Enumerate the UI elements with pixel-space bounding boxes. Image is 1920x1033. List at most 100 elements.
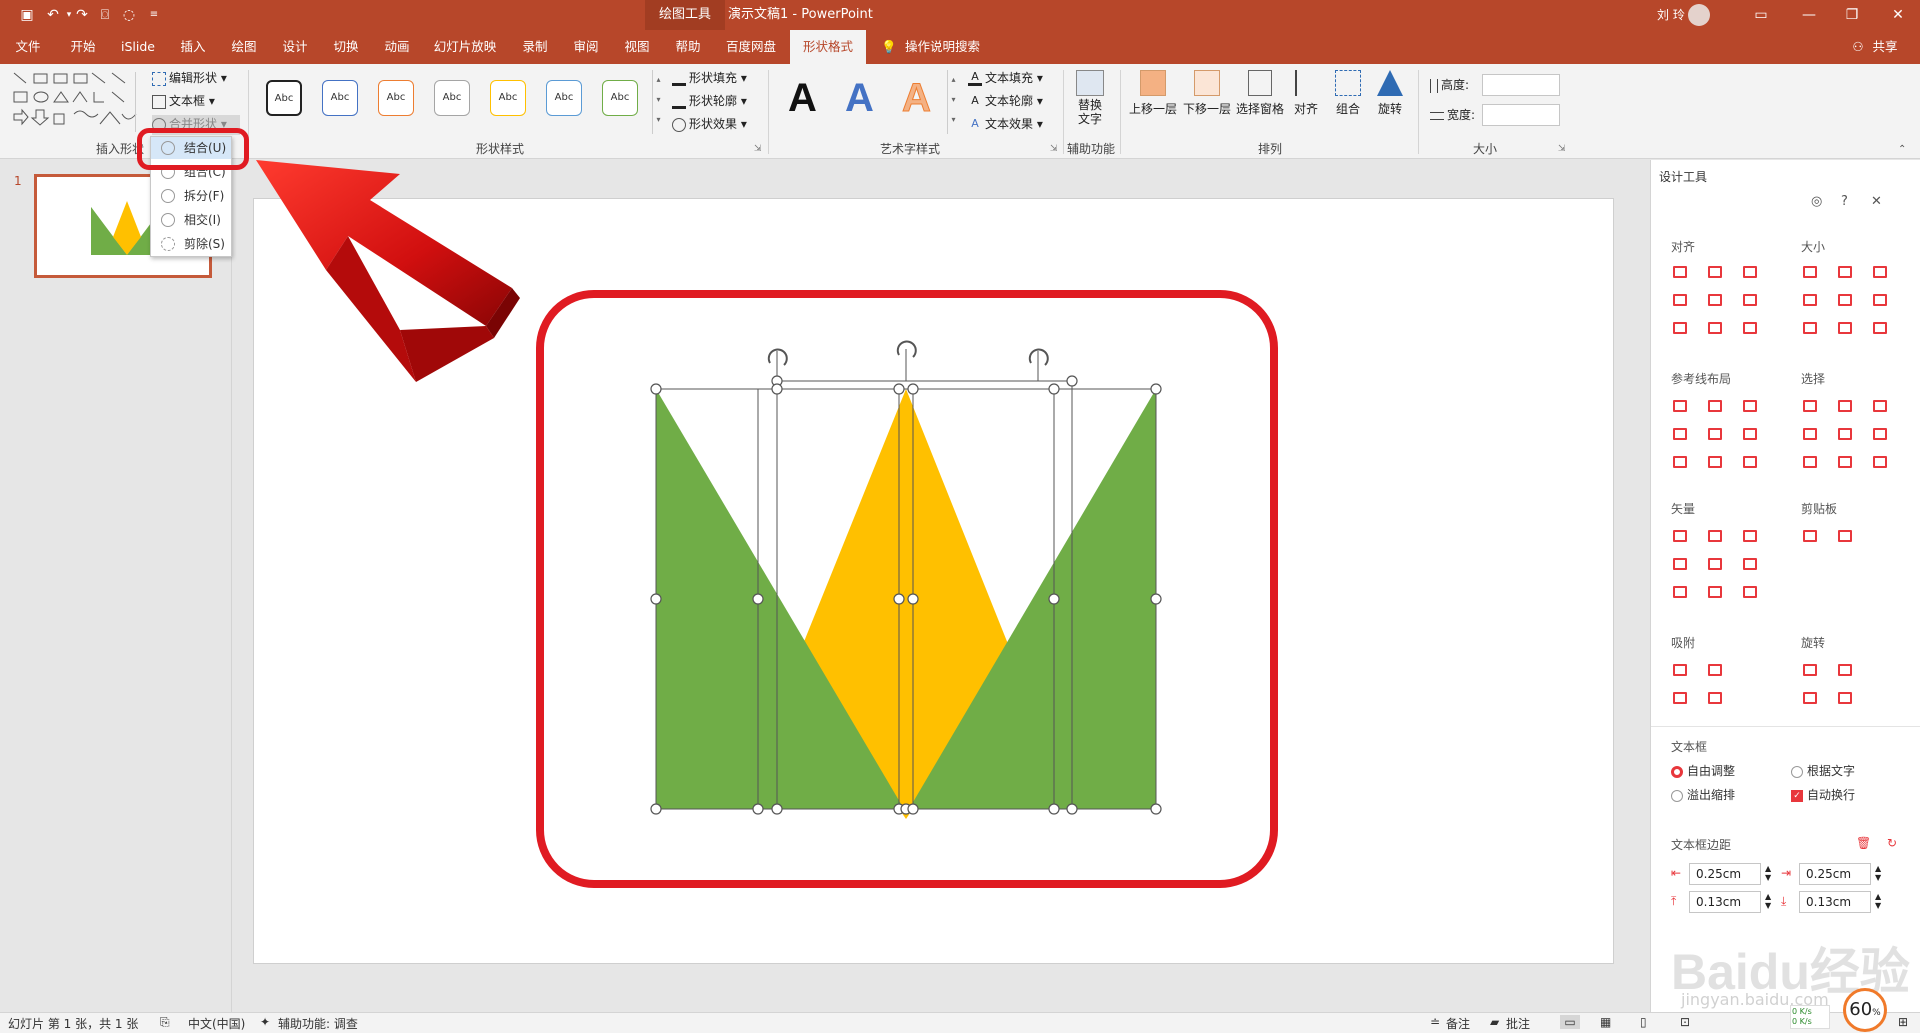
selection-pane-button[interactable]: 选择窗格 [1234,70,1286,117]
shape-style-swatch[interactable]: Abc [266,80,302,116]
tool-icon[interactable] [1803,664,1817,676]
tool-icon[interactable] [1673,692,1687,704]
text-fill-button[interactable]: A 文本填充 ▾ [968,69,1043,86]
tool-icon[interactable] [1803,400,1817,412]
shape-style-swatch[interactable]: Abc [602,80,638,116]
tool-icon[interactable] [1743,586,1757,598]
tool-icon[interactable] [1873,266,1887,278]
tool-icon[interactable] [1673,530,1687,542]
zoom-percentage[interactable]: 60% [1843,988,1887,1032]
tool-icon[interactable] [1673,322,1687,334]
tool-icon[interactable] [1708,428,1722,440]
maximize-icon[interactable]: ❐ [1843,6,1861,24]
fit-slide-icon[interactable]: ⊞ [1898,1015,1908,1029]
tool-icon[interactable] [1708,400,1722,412]
wordart-blue[interactable]: A [845,76,874,121]
tool-icon[interactable] [1673,428,1687,440]
tell-me-search[interactable]: 操作说明搜索 [905,30,995,64]
tool-icon[interactable] [1743,400,1757,412]
refresh-icon[interactable]: ↻ [1887,836,1897,850]
tool-icon[interactable] [1838,322,1852,334]
shape-outline-button[interactable]: 形状轮廓 ▾ [672,92,747,109]
edit-shape-button[interactable]: 编辑形状 ▾ [152,69,227,86]
tool-icon[interactable] [1873,456,1887,468]
comments-button[interactable]: 批注 [1506,1015,1530,1032]
tool-icon[interactable] [1673,664,1687,676]
dialog-launcher-icon[interactable]: ⇲ [1558,144,1566,154]
tool-icon[interactable] [1743,266,1757,278]
help-icon[interactable]: ? [1841,194,1848,209]
language-status[interactable]: 中文(中国) [188,1015,245,1032]
shape-style-swatch[interactable]: Abc [378,80,414,116]
shape-effects-button[interactable]: 形状效果 ▾ [672,115,747,132]
tool-icon[interactable] [1743,558,1757,570]
radio-free-resize[interactable]: 自由调整 [1671,762,1735,779]
margin-left-input[interactable]: 0.25cm [1689,863,1761,885]
text-outline-button[interactable]: A 文本轮廓 ▾ [968,92,1043,109]
stepper-icon[interactable]: ▲ ▼ [1765,864,1771,882]
tab-file[interactable]: 文件 [10,30,46,64]
shape-style-swatch[interactable]: Abc [434,80,470,116]
trash-icon[interactable]: 🗑 [1856,836,1871,850]
tool-icon[interactable] [1673,400,1687,412]
tool-icon[interactable] [1873,294,1887,306]
tool-icon[interactable] [1838,428,1852,440]
tool-icon[interactable] [1803,322,1817,334]
tool-icon[interactable] [1838,530,1852,542]
slide-sorter-icon[interactable]: ▦ [1600,1015,1611,1029]
tab-slideshow[interactable]: 幻灯片放映 [430,30,500,64]
tool-icon[interactable] [1708,664,1722,676]
send-backward-button[interactable]: 下移一层 [1180,70,1234,117]
height-input[interactable] [1482,74,1560,96]
menu-item-intersect[interactable]: 相交(I) [151,209,231,231]
tool-icon[interactable] [1708,322,1722,334]
tool-icon[interactable] [1803,428,1817,440]
shape-style-swatch[interactable]: Abc [490,80,526,116]
tool-icon[interactable] [1708,294,1722,306]
wordart-black[interactable]: A [788,76,817,121]
tool-icon[interactable] [1743,428,1757,440]
tool-icon[interactable] [1708,558,1722,570]
share-button[interactable]: 共享 [1868,30,1902,64]
tab-islide[interactable]: iSlide [118,30,158,64]
rotate-button[interactable]: 旋转 [1372,70,1408,117]
tab-home[interactable]: 开始 [65,30,101,64]
close-icon[interactable]: ✕ [1889,6,1907,24]
tool-icon[interactable] [1708,456,1722,468]
tool-icon[interactable] [1838,456,1852,468]
tool-icon[interactable] [1838,400,1852,412]
normal-view-icon[interactable]: ▭ [1560,1015,1580,1029]
tab-transitions[interactable]: 切换 [328,30,364,64]
dialog-launcher-icon[interactable]: ⇲ [1050,144,1058,154]
spellcheck-icon[interactable]: ⎘ [160,1015,170,1030]
tool-icon[interactable] [1743,530,1757,542]
tool-icon[interactable] [1873,322,1887,334]
pin-icon[interactable]: ◎ [1811,194,1822,209]
minimize-icon[interactable]: — [1800,6,1818,24]
shape-fill-button[interactable]: 形状填充 ▾ [672,69,747,86]
group-button[interactable]: 组合 [1330,70,1366,117]
tool-icon[interactable] [1838,692,1852,704]
text-effects-button[interactable]: A 文本效果 ▾ [968,115,1043,132]
width-input[interactable] [1482,104,1560,126]
tool-icon[interactable] [1708,266,1722,278]
tab-help[interactable]: 帮助 [670,30,706,64]
tab-review[interactable]: 审阅 [568,30,604,64]
tool-icon[interactable] [1708,530,1722,542]
tool-icon[interactable] [1803,530,1817,542]
tool-icon[interactable] [1803,294,1817,306]
shapes-gallery[interactable] [10,70,142,136]
margin-right-input[interactable]: 0.25cm [1799,863,1871,885]
tab-view[interactable]: 视图 [619,30,655,64]
tab-insert[interactable]: 插入 [175,30,211,64]
customize-qat-icon[interactable]: ≡ [145,6,163,24]
menu-item-subtract[interactable]: 剪除(S) [151,233,231,255]
radio-fit-text[interactable]: 根据文字 [1791,762,1855,779]
stepper-icon[interactable]: ▲ ▼ [1765,892,1771,910]
margin-top-input[interactable]: 0.13cm [1689,891,1761,913]
notes-button[interactable]: 备注 [1446,1015,1470,1032]
tool-icon[interactable] [1873,428,1887,440]
accessibility-status[interactable]: 辅助功能: 调查 [278,1015,358,1032]
tool-icon[interactable] [1803,266,1817,278]
ribbon-display-icon[interactable]: ▭ [1752,6,1770,24]
